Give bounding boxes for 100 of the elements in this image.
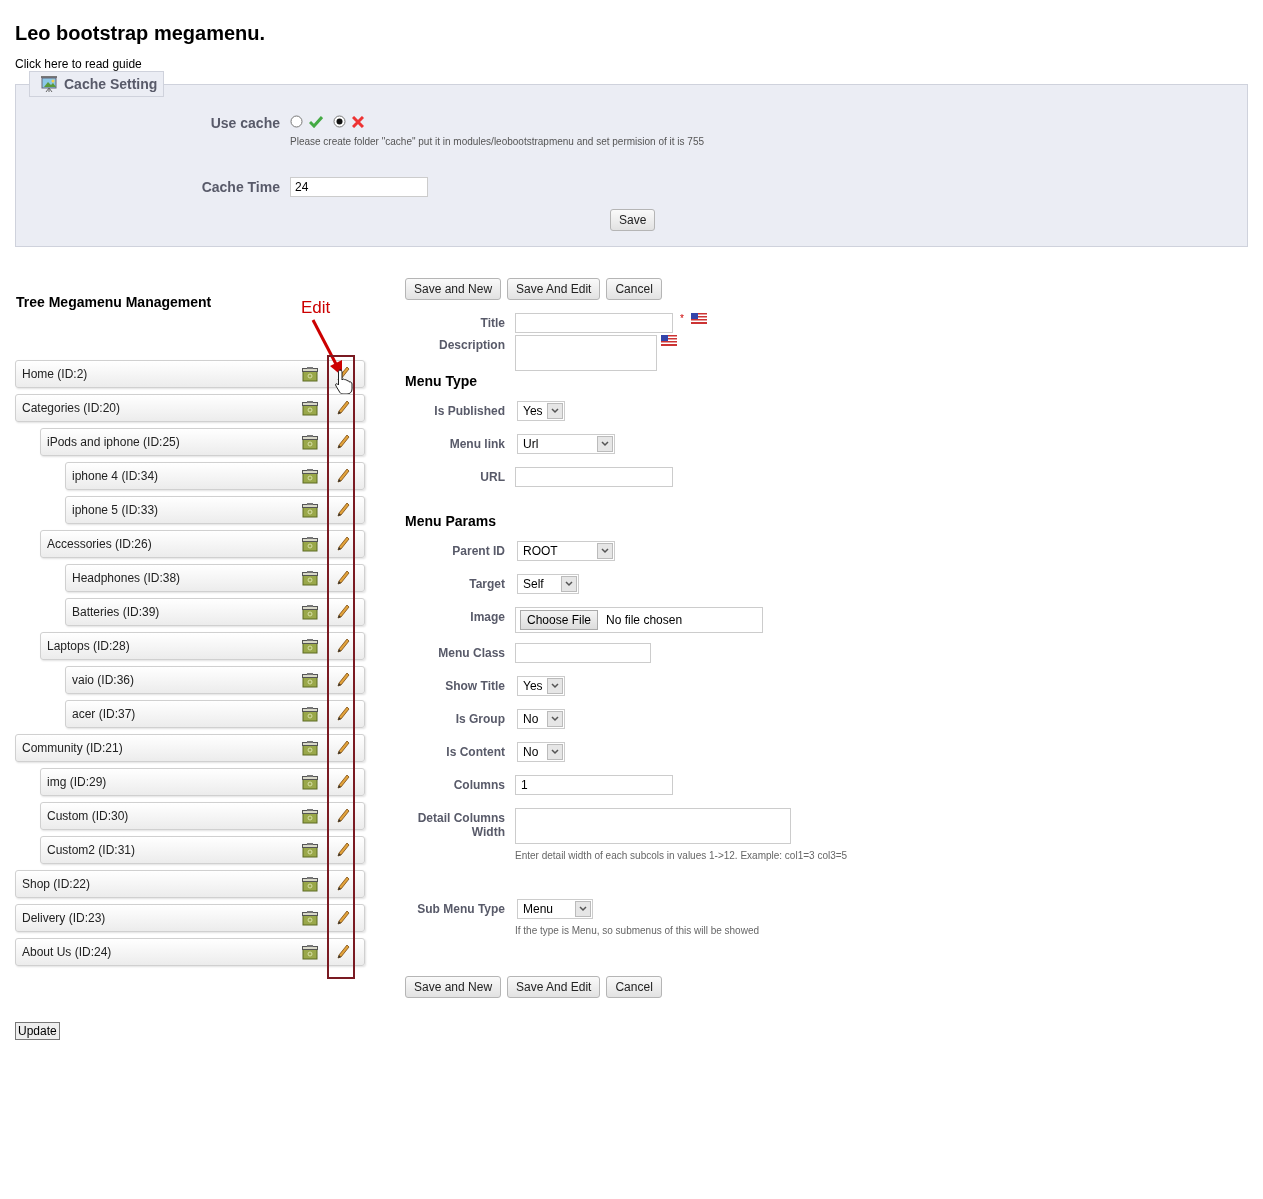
tree-item-label: img (ID:29) bbox=[47, 775, 108, 789]
tree-item[interactable]: Community (ID:21) bbox=[15, 734, 365, 762]
tree-item[interactable]: img (ID:29) bbox=[40, 768, 365, 796]
tree-item[interactable]: Delivery (ID:23) bbox=[15, 904, 365, 932]
tree-item[interactable]: acer (ID:37) bbox=[65, 700, 365, 728]
field-label: Cache Time bbox=[200, 179, 281, 195]
tree-item[interactable]: iphone 5 (ID:33) bbox=[65, 496, 365, 524]
trash-icon[interactable] bbox=[302, 638, 318, 654]
form-button[interactable]: Save and New bbox=[405, 278, 502, 300]
field-label: Description bbox=[438, 337, 506, 352]
trash-icon[interactable] bbox=[302, 366, 318, 382]
form-button[interactable]: Cancel bbox=[606, 278, 662, 300]
tree-item[interactable]: Laptops (ID:28) bbox=[40, 632, 365, 660]
file-input[interactable]: Choose File No file chosen bbox=[515, 607, 763, 633]
tree-item-label: iphone 4 (ID:34) bbox=[72, 469, 160, 483]
trash-icon[interactable] bbox=[302, 672, 318, 688]
tree-item[interactable]: Custom2 (ID:31) bbox=[40, 836, 365, 864]
help-text: Please create folder "cache" put it in modules/leobootstrapmenu and set permision of it is 755 bbox=[290, 136, 704, 147]
tree-item[interactable]: About Us (ID:24) bbox=[15, 938, 365, 966]
tree-item-label: Accessories (ID:26) bbox=[47, 537, 153, 551]
form-button[interactable]: Save And Edit bbox=[507, 278, 601, 300]
field-label: Menu Class bbox=[437, 645, 506, 660]
tree-item-label: Laptops (ID:28) bbox=[47, 639, 131, 653]
text-field[interactable] bbox=[515, 643, 651, 663]
radio-button[interactable] bbox=[290, 115, 303, 128]
dropdown[interactable]: Self bbox=[517, 574, 579, 594]
trash-icon[interactable] bbox=[302, 774, 318, 790]
update-button[interactable]: Update bbox=[15, 1022, 60, 1040]
dropdown[interactable]: ROOT bbox=[517, 541, 615, 561]
tree-item[interactable]: Headphones (ID:38) bbox=[65, 564, 365, 592]
trash-icon[interactable] bbox=[302, 706, 318, 722]
field-label: Title bbox=[479, 315, 506, 330]
dropdown[interactable]: Yes bbox=[517, 676, 565, 696]
required-mark: * bbox=[680, 313, 684, 324]
text-field[interactable]: 24 bbox=[290, 177, 428, 197]
help-text: If the type is Menu, so submenus of this will be showed bbox=[515, 925, 760, 936]
field-label: Is Published bbox=[433, 403, 506, 418]
form-button[interactable]: Save And Edit bbox=[507, 976, 601, 998]
page-title: Leo bootstrap megamenu. bbox=[15, 22, 267, 45]
trash-icon[interactable] bbox=[302, 536, 318, 552]
tree-item-label: Categories (ID:20) bbox=[22, 401, 122, 415]
tree-item-label: iPods and iphone (ID:25) bbox=[47, 435, 181, 449]
help-text: Enter detail width of each subcols in values 1->12. Example: col1=3 col3=5 bbox=[515, 850, 849, 861]
tree-item-label: About Us (ID:24) bbox=[22, 945, 113, 959]
form-button[interactable]: Cancel bbox=[606, 976, 662, 998]
legend-text: Cache Setting bbox=[64, 76, 158, 92]
trash-icon[interactable] bbox=[302, 944, 318, 960]
tree-item-label: Custom (ID:30) bbox=[47, 809, 130, 823]
tree-item-label: vaio (ID:36) bbox=[72, 673, 136, 687]
save-button[interactable]: Save bbox=[610, 209, 656, 231]
tree-item[interactable]: Home (ID:2) bbox=[15, 360, 365, 388]
tree-item-label: Headphones (ID:38) bbox=[72, 571, 182, 585]
check-icon bbox=[309, 115, 323, 128]
trash-icon[interactable] bbox=[302, 570, 318, 586]
trash-icon[interactable] bbox=[302, 910, 318, 926]
tree-item[interactable]: iphone 4 (ID:34) bbox=[65, 462, 365, 490]
field-label: Sub Menu Type bbox=[416, 901, 506, 916]
trash-icon[interactable] bbox=[302, 400, 318, 416]
trash-icon[interactable] bbox=[302, 842, 318, 858]
trash-icon[interactable] bbox=[302, 876, 318, 892]
trash-icon[interactable] bbox=[302, 468, 318, 484]
trash-icon[interactable] bbox=[302, 740, 318, 756]
caret-icon bbox=[547, 711, 563, 727]
radio-button[interactable] bbox=[333, 115, 346, 128]
field-label: Image bbox=[469, 609, 506, 624]
tree-item[interactable]: Custom (ID:30) bbox=[40, 802, 365, 830]
dropdown[interactable]: No bbox=[517, 742, 565, 762]
caret-icon bbox=[547, 403, 563, 419]
trash-icon[interactable] bbox=[302, 808, 318, 824]
section-heading: Menu Params bbox=[405, 513, 498, 529]
dropdown[interactable]: Url bbox=[517, 434, 615, 454]
caret-icon bbox=[547, 744, 563, 760]
field-label: Is Content bbox=[445, 744, 506, 759]
dropdown[interactable]: Yes bbox=[517, 401, 565, 421]
tree-item[interactable]: Batteries (ID:39) bbox=[65, 598, 365, 626]
tree-item[interactable]: iPods and iphone (ID:25) bbox=[40, 428, 365, 456]
trash-icon[interactable] bbox=[302, 434, 318, 450]
text-field[interactable] bbox=[515, 313, 673, 333]
dropdown[interactable]: No bbox=[517, 709, 565, 729]
form-button[interactable]: Save and New bbox=[405, 976, 502, 998]
caret-icon bbox=[597, 436, 613, 452]
easel-icon bbox=[40, 75, 58, 93]
tree-item[interactable]: Accessories (ID:26) bbox=[40, 530, 365, 558]
field-label: Columns bbox=[452, 777, 506, 792]
trash-icon[interactable] bbox=[302, 604, 318, 620]
tree-item[interactable]: Shop (ID:22) bbox=[15, 870, 365, 898]
tree-item-label: iphone 5 (ID:33) bbox=[72, 503, 160, 517]
dropdown[interactable]: Menu bbox=[517, 899, 593, 919]
text-field[interactable] bbox=[515, 467, 673, 487]
tree-item-label: Shop (ID:22) bbox=[22, 877, 92, 891]
field-label: Detail Columns Width bbox=[416, 810, 506, 839]
field-label: Menu link bbox=[448, 436, 506, 451]
guide-link[interactable]: Click here to read guide bbox=[15, 57, 142, 71]
caret-icon bbox=[575, 901, 591, 917]
text-field[interactable]: 1 bbox=[515, 775, 673, 795]
tree-item[interactable]: Categories (ID:20) bbox=[15, 394, 365, 422]
trash-icon[interactable] bbox=[302, 502, 318, 518]
tree-item[interactable]: vaio (ID:36) bbox=[65, 666, 365, 694]
field-label: Parent ID bbox=[451, 543, 506, 558]
field-label: URL bbox=[479, 469, 506, 484]
